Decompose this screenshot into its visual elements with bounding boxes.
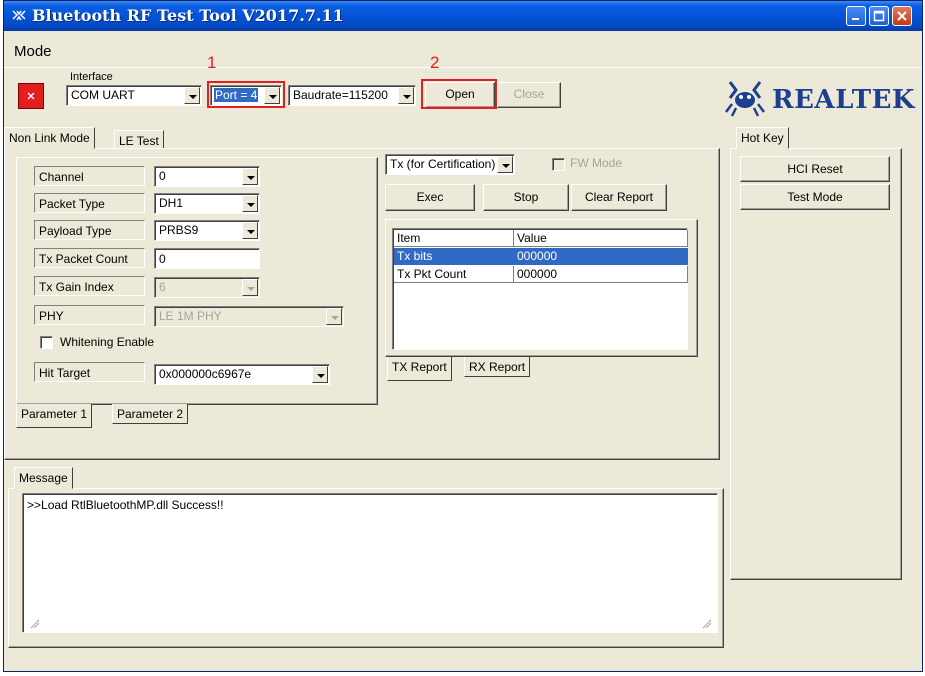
logo-text: REALTEK: [772, 85, 916, 115]
chevron-down-icon[interactable]: [242, 279, 258, 296]
baudrate-select[interactable]: Baudrate=115200: [288, 85, 416, 106]
tab-hot-key[interactable]: Hot Key: [736, 127, 789, 149]
chevron-down-icon[interactable]: [242, 195, 258, 212]
table-header-item[interactable]: Item: [394, 230, 514, 247]
tx-packet-count-input[interactable]: 0: [154, 248, 260, 269]
hci-reset-button[interactable]: HCI Reset: [740, 156, 890, 182]
hot-key-panel: [730, 148, 902, 580]
whitening-checkbox[interactable]: [40, 336, 53, 349]
report-table[interactable]: Item Value Tx bits 000000 Tx Pkt Count 0…: [392, 228, 688, 350]
channel-select[interactable]: 0: [154, 166, 260, 187]
tx-gain-index-label: Tx Gain Index: [34, 276, 145, 296]
annotation-number-1: 1: [207, 53, 217, 72]
interface-type-select[interactable]: COM UART: [66, 85, 202, 106]
stop-indicator-icon: [18, 83, 44, 109]
table-row-tx-pkt-item[interactable]: Tx Pkt Count: [394, 266, 514, 283]
table-row-tx-bits-item[interactable]: Tx bits: [394, 248, 514, 265]
fw-mode-label: FW Mode: [570, 156, 623, 170]
hit-target-select[interactable]: 0x000000c6967e: [154, 364, 330, 385]
packet-type-select[interactable]: DH1: [154, 193, 260, 214]
annotation-box-open: [421, 79, 497, 109]
tab-tx-report[interactable]: TX Report: [387, 357, 452, 381]
maximize-button[interactable]: [869, 6, 889, 26]
table-row-tx-bits-value[interactable]: 000000: [514, 248, 688, 265]
table-row-tx-pkt-value[interactable]: 000000: [514, 266, 688, 283]
chevron-down-icon[interactable]: [497, 156, 513, 173]
chevron-down-icon[interactable]: [398, 87, 414, 104]
tab-le-test[interactable]: LE Test: [114, 130, 164, 149]
maximize-icon: [873, 10, 885, 22]
chevron-down-icon[interactable]: [242, 168, 258, 185]
menu-separator: [4, 67, 922, 68]
annotation-box-port: [207, 81, 285, 108]
resize-grip-icon: [702, 619, 712, 629]
close-port-button[interactable]: Close: [497, 82, 561, 108]
realtek-crab-icon: [725, 81, 765, 117]
close-icon: [897, 11, 907, 21]
close-window-button[interactable]: [892, 6, 912, 26]
resize-grip-icon: [30, 619, 40, 629]
interface-group-title: Interface: [68, 71, 115, 83]
payload-type-select[interactable]: PRBS9: [154, 220, 260, 241]
tab-message[interactable]: Message: [14, 467, 73, 489]
minimize-button[interactable]: [846, 6, 866, 26]
packet-type-label: Packet Type: [34, 193, 145, 213]
window-title: Bluetooth RF Test Tool V2017.7.11: [32, 6, 344, 25]
app-icon: [12, 10, 26, 21]
chevron-down-icon[interactable]: [242, 222, 258, 239]
whitening-label: Whitening Enable: [60, 335, 155, 349]
fw-mode-checkbox[interactable]: [552, 158, 565, 171]
clear-report-button[interactable]: Clear Report: [571, 184, 667, 211]
payload-type-label: Payload Type: [34, 220, 145, 240]
tab-parameter-2[interactable]: Parameter 2: [112, 404, 189, 424]
message-log[interactable]: >>Load RtlBluetoothMP.dll Success!!: [22, 493, 718, 633]
chevron-down-icon[interactable]: [326, 308, 342, 325]
stop-button[interactable]: Stop: [483, 184, 569, 211]
exec-button[interactable]: Exec: [385, 184, 475, 211]
tab-rx-report[interactable]: RX Report: [464, 357, 531, 377]
hit-target-label: Hit Target: [34, 362, 145, 382]
channel-label: Channel: [34, 166, 145, 186]
phy-select[interactable]: LE 1M PHY: [154, 306, 344, 327]
test-mode-button[interactable]: Test Mode: [740, 184, 890, 210]
realtek-logo: REALTEK: [722, 78, 915, 120]
tx-gain-index-select[interactable]: 6: [154, 277, 260, 298]
menu-mode[interactable]: Mode: [14, 43, 52, 60]
tx-mode-select[interactable]: Tx (for Certification): [385, 154, 515, 175]
phy-label: PHY: [34, 305, 145, 325]
title-bar[interactable]: Bluetooth RF Test Tool V2017.7.11: [4, 1, 922, 31]
message-log-text: >>Load RtlBluetoothMP.dll Success!!: [27, 498, 224, 512]
annotation-number-2: 2: [430, 53, 440, 72]
table-header-value[interactable]: Value: [514, 230, 688, 247]
chevron-down-icon[interactable]: [184, 87, 200, 104]
app-window: Bluetooth RF Test Tool V2017.7.11 Mode I…: [3, 0, 923, 672]
tx-packet-count-label: Tx Packet Count: [34, 248, 145, 268]
tab-non-link-mode[interactable]: Non Link Mode: [4, 127, 95, 149]
minimize-icon: [852, 18, 859, 20]
chevron-down-icon[interactable]: [312, 366, 328, 383]
tab-parameter-1[interactable]: Parameter 1: [16, 404, 93, 428]
